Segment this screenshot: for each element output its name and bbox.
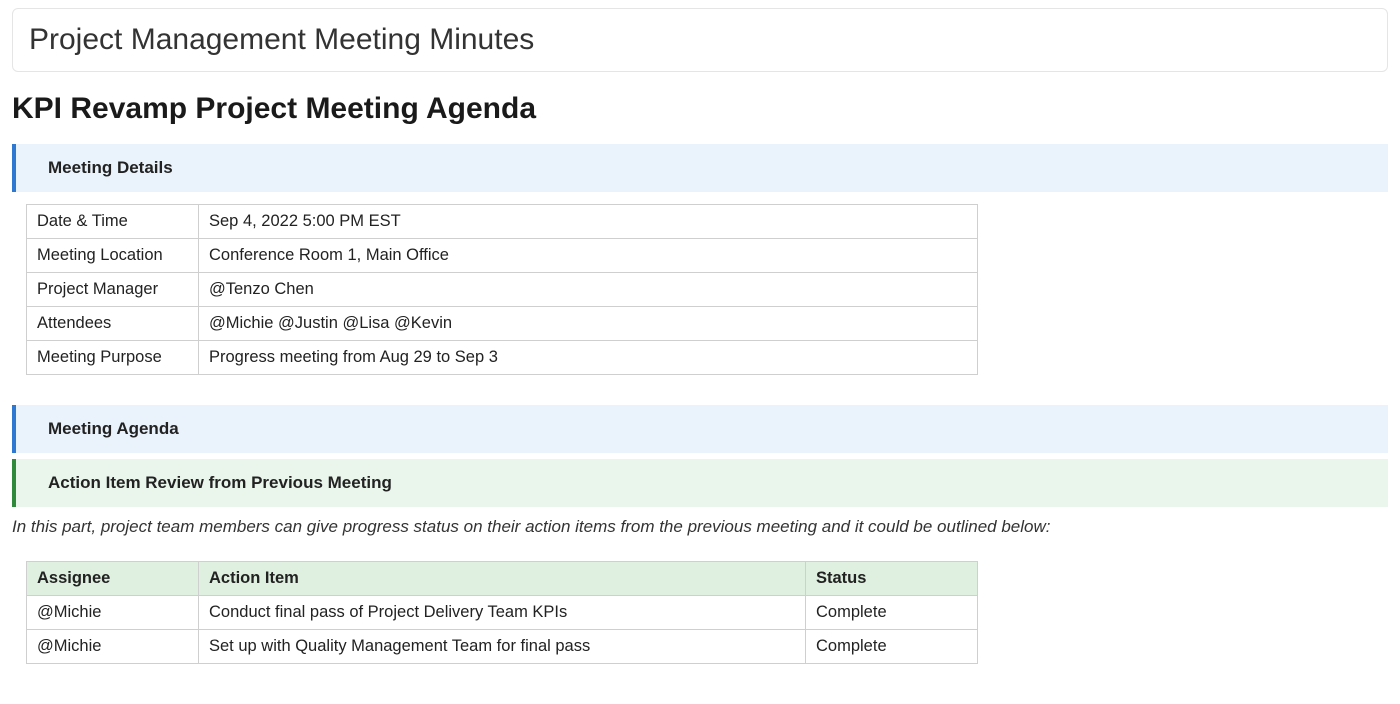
table-row: @Michie Conduct final pass of Project De… [27,596,978,630]
action-item-note: In this part, project team members can g… [12,517,1388,537]
detail-value: Progress meeting from Aug 29 to Sep 3 [199,341,978,375]
table-row: Meeting Location Conference Room 1, Main… [27,239,978,273]
table-row: Date & Time Sep 4, 2022 5:00 PM EST [27,205,978,239]
detail-value: @Michie @Justin @Lisa @Kevin [199,307,978,341]
table-row: @Michie Set up with Quality Management T… [27,630,978,664]
detail-label: Meeting Location [27,239,199,273]
action-status: Complete [806,630,978,664]
table-row: Meeting Purpose Progress meeting from Au… [27,341,978,375]
action-item: Conduct final pass of Project Delivery T… [199,596,806,630]
detail-label: Date & Time [27,205,199,239]
col-action-item: Action Item [199,562,806,596]
detail-value: @Tenzo Chen [199,273,978,307]
section-action-item-review-label: Action Item Review from Previous Meeting [48,473,392,493]
action-item: Set up with Quality Management Team for … [199,630,806,664]
detail-value: Conference Room 1, Main Office [199,239,978,273]
detail-label: Attendees [27,307,199,341]
title-card: Project Management Meeting Minutes [12,8,1388,72]
detail-label: Meeting Purpose [27,341,199,375]
col-assignee: Assignee [27,562,199,596]
action-assignee: @Michie [27,596,199,630]
meeting-details-table: Date & Time Sep 4, 2022 5:00 PM EST Meet… [26,204,978,375]
table-header-row: Assignee Action Item Status [27,562,978,596]
section-meeting-agenda-label: Meeting Agenda [48,419,179,439]
page-heading: KPI Revamp Project Meeting Agenda [12,92,1388,126]
detail-value: Sep 4, 2022 5:00 PM EST [199,205,978,239]
col-status: Status [806,562,978,596]
section-action-item-review: Action Item Review from Previous Meeting [12,459,1388,507]
section-meeting-details: Meeting Details [12,144,1388,192]
section-meeting-details-label: Meeting Details [48,158,173,178]
action-assignee: @Michie [27,630,199,664]
action-status: Complete [806,596,978,630]
section-meeting-agenda: Meeting Agenda [12,405,1388,453]
detail-label: Project Manager [27,273,199,307]
table-row: Project Manager @Tenzo Chen [27,273,978,307]
document-title: Project Management Meeting Minutes [29,23,1371,57]
action-items-table: Assignee Action Item Status @Michie Cond… [26,561,978,664]
table-row: Attendees @Michie @Justin @Lisa @Kevin [27,307,978,341]
